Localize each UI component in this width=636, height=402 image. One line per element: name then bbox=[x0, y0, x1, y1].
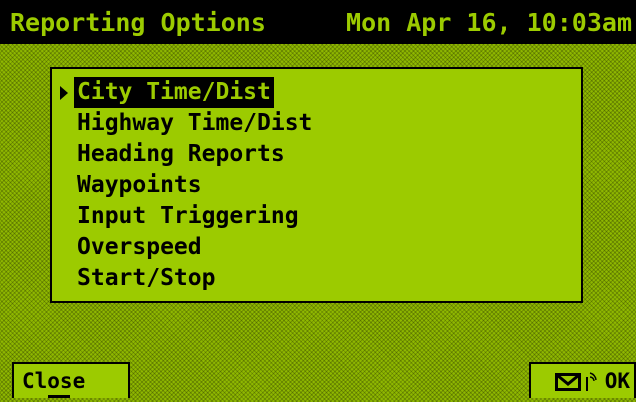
menu-item-label: Heading Reports bbox=[77, 141, 285, 167]
ok-softkey[interactable]: OK bbox=[529, 362, 636, 398]
menu-item-waypoints[interactable]: Waypoints bbox=[60, 170, 315, 201]
page-title: Reporting Options bbox=[10, 7, 266, 37]
menu-item-heading-reports[interactable]: Heading Reports bbox=[60, 139, 315, 170]
menu-item-overspeed[interactable]: Overspeed bbox=[60, 232, 315, 263]
menu-item-highway-time-dist[interactable]: Highway Time/Dist bbox=[60, 108, 315, 139]
menu-item-label: Overspeed bbox=[77, 234, 202, 260]
title-bar: Reporting Options Mon Apr 16, 10:03am bbox=[0, 0, 636, 44]
menu-item-label: Highway Time/Dist bbox=[77, 110, 313, 136]
menu-list: City Time/Dist Highway Time/Dist Heading… bbox=[60, 77, 315, 294]
menu-item-start-stop[interactable]: Start/Stop bbox=[60, 263, 315, 294]
menu-item-label: City Time/Dist bbox=[74, 77, 274, 108]
menu-item-label: Waypoints bbox=[77, 172, 202, 198]
close-softkey[interactable]: Close bbox=[12, 362, 130, 398]
selection-arrow-icon bbox=[60, 86, 68, 100]
ok-softkey-label: OK bbox=[604, 369, 630, 393]
menu-item-label: Input Triggering bbox=[77, 203, 299, 229]
close-softkey-label: Close bbox=[22, 369, 86, 393]
menu-item-label: Start/Stop bbox=[77, 265, 216, 291]
datetime-display: Mon Apr 16, 10:03am bbox=[346, 7, 632, 37]
reporting-options-menu: City Time/Dist Highway Time/Dist Heading… bbox=[50, 67, 583, 303]
antenna-icon bbox=[585, 371, 597, 391]
envelope-icon bbox=[554, 372, 581, 391]
menu-item-input-triggering[interactable]: Input Triggering bbox=[60, 201, 315, 232]
softkey-indicator bbox=[48, 395, 70, 398]
menu-item-city-time-dist[interactable]: City Time/Dist bbox=[60, 77, 315, 108]
